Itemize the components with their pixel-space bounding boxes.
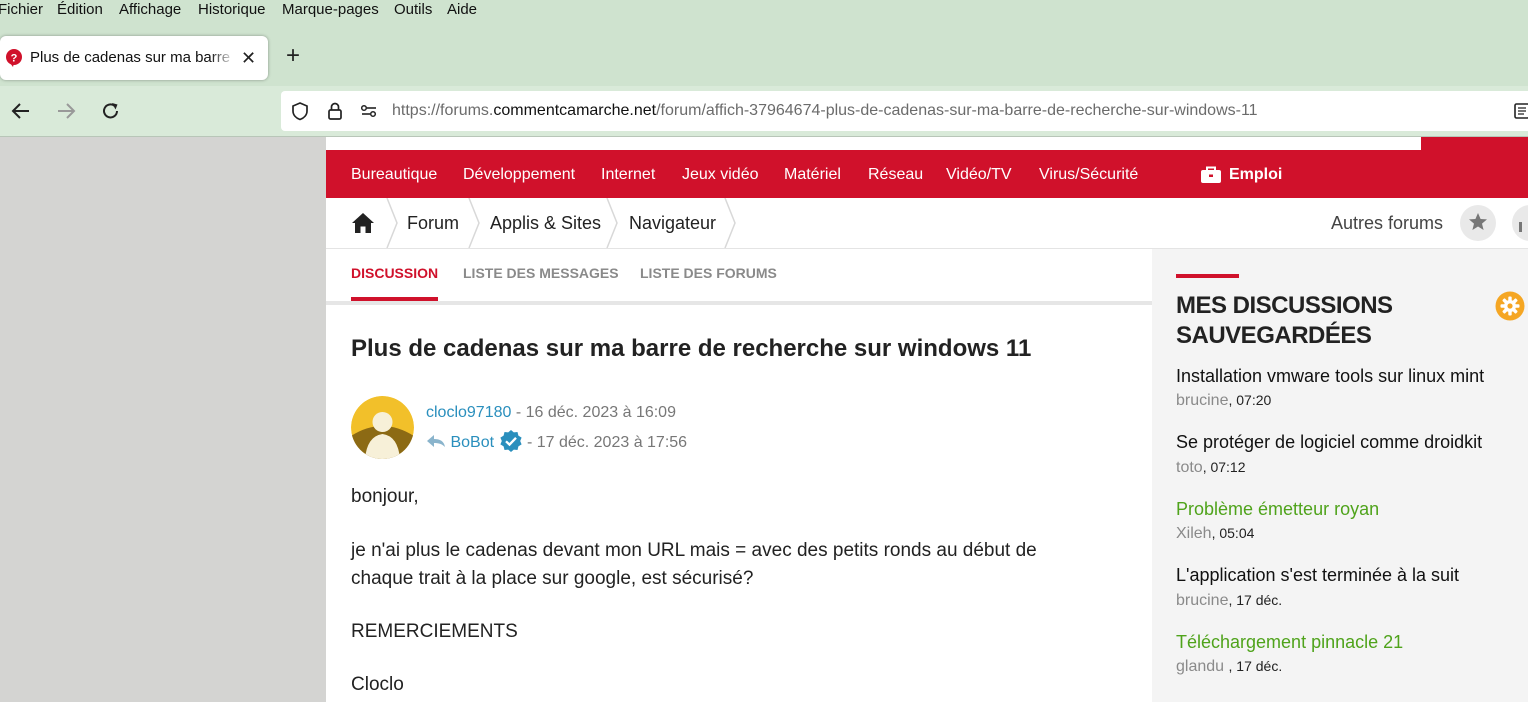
- tab-close-icon[interactable]: ✕: [241, 36, 256, 80]
- reply-date: - 17 déc. 2023 à 17:56: [522, 434, 688, 451]
- post-body-line: je n'ai plus le cadenas devant mon URL m…: [351, 540, 1037, 561]
- menu-fichier[interactable]: Fichier: [0, 0, 43, 19]
- reply-username[interactable]: BoBot: [450, 434, 494, 451]
- menu-affichage[interactable]: Affichage: [119, 0, 181, 19]
- breadcrumb-navigateur[interactable]: Navigateur: [629, 198, 716, 248]
- breadcrumb-forum[interactable]: Forum: [407, 198, 459, 248]
- back-arrow-icon[interactable]: [10, 100, 32, 122]
- menu-bar: Fichier Édition Affichage Historique Mar…: [0, 0, 1528, 22]
- permissions-icon[interactable]: [359, 101, 379, 121]
- category-bureautique[interactable]: Bureautique: [351, 150, 437, 200]
- bar-chart-icon: [1519, 222, 1522, 232]
- page-tabs: DISCUSSION LISTE DES MESSAGES LISTE DES …: [326, 249, 1152, 305]
- post-body-thanks: REMERCIEMENTS: [351, 621, 518, 642]
- tab-title: Plus de cadenas sur ma barre de recherch…: [30, 49, 235, 66]
- svg-text:?: ?: [11, 53, 18, 65]
- favorite-button[interactable]: [1460, 205, 1496, 241]
- emploi-link[interactable]: Emploi: [1229, 150, 1282, 200]
- category-video-tv[interactable]: Vidéo/TV: [946, 150, 1012, 200]
- breadcrumb-applis-sites[interactable]: Applis & Sites: [490, 198, 601, 248]
- breadcrumb-separator: [606, 198, 618, 248]
- post-reply-line: BoBot - 17 déc. 2023 à 17:56: [426, 429, 687, 453]
- header-strip-accent: [1421, 137, 1528, 150]
- author-username[interactable]: cloclo97180: [426, 404, 511, 421]
- reader-view-icon[interactable]: [1513, 102, 1528, 120]
- author-date: - 16 déc. 2023 à 16:09: [511, 404, 676, 421]
- page-viewport: Bureautique Développement Internet Jeux …: [0, 137, 1528, 702]
- home-icon[interactable]: [351, 212, 375, 234]
- category-reseau[interactable]: Réseau: [868, 150, 923, 200]
- discussion-title[interactable]: Problème émetteur royan: [1176, 499, 1379, 520]
- menu-marque-pages[interactable]: Marque-pages: [282, 0, 379, 19]
- shield-icon[interactable]: [290, 101, 310, 121]
- discussion-title[interactable]: L'application s'est terminée à la suit: [1176, 565, 1459, 586]
- category-internet[interactable]: Internet: [601, 150, 655, 200]
- menu-historique[interactable]: Historique: [198, 0, 266, 19]
- post-author-line: cloclo97180 - 16 déc. 2023 à 16:09: [426, 404, 676, 422]
- tab-strip: ? Plus de cadenas sur ma barre de recher…: [0, 22, 1528, 86]
- active-tab-indicator: [351, 297, 438, 301]
- discussion-meta: glandu , 17 déc.: [1176, 658, 1283, 675]
- sidebar-title: MES DISCUSSIONS SAUVEGARDÉES: [1176, 292, 1393, 349]
- breadcrumb-separator: [468, 198, 480, 248]
- site-favicon-icon: ?: [6, 49, 22, 67]
- category-materiel[interactable]: Matériel: [784, 150, 841, 200]
- forward-arrow-icon[interactable]: [55, 100, 77, 122]
- tab-liste-des-messages[interactable]: LISTE DES MESSAGES: [463, 249, 619, 297]
- saved-discussions-sidebar: MES DISCUSSIONS SAUVEGARDÉES Installatio…: [1152, 249, 1528, 702]
- category-bar: Bureautique Développement Internet Jeux …: [326, 150, 1528, 198]
- avatar[interactable]: [351, 396, 414, 459]
- breadcrumb-separator: [724, 198, 736, 248]
- url-text[interactable]: https://forums.commentcamarche.net/forum…: [392, 91, 1258, 131]
- navigation-bar: https://forums.commentcamarche.net/forum…: [0, 86, 1528, 137]
- main-content: DISCUSSION LISTE DES MESSAGES LISTE DES …: [326, 249, 1152, 702]
- verified-badge-icon: [499, 430, 522, 452]
- post-title: Plus de cadenas sur ma barre de recherch…: [351, 335, 1032, 362]
- star-icon: [1469, 213, 1487, 230]
- tab-discussion[interactable]: DISCUSSION: [351, 249, 438, 297]
- url-bar[interactable]: https://forums.commentcamarche.net/forum…: [281, 91, 1528, 131]
- post-body-line: chaque trait à la place sur google, est …: [351, 568, 754, 589]
- briefcase-icon: [1201, 166, 1221, 183]
- discussion-meta: brucine, 17 déc.: [1176, 592, 1283, 609]
- autres-forums-link[interactable]: Autres forums: [1331, 198, 1443, 248]
- post-body-signature: Cloclo: [351, 674, 404, 695]
- reply-arrow-icon: [427, 435, 445, 447]
- gear-icon[interactable]: [1495, 291, 1525, 321]
- discussion-title[interactable]: Installation vmware tools sur linux mint: [1176, 366, 1484, 387]
- menu-edition[interactable]: Édition: [57, 0, 103, 19]
- sidebar-accent: [1176, 274, 1239, 278]
- browser-tab[interactable]: ? Plus de cadenas sur ma barre de recher…: [0, 36, 268, 80]
- category-virus-securite[interactable]: Virus/Sécurité: [1039, 150, 1138, 200]
- header-strip: [326, 137, 1421, 150]
- discussion-title[interactable]: Se protéger de logiciel comme droidkit: [1176, 432, 1482, 453]
- stats-button[interactable]: [1512, 205, 1528, 241]
- breadcrumb-separator: [386, 198, 398, 248]
- category-developpement[interactable]: Développement: [463, 150, 575, 200]
- category-jeux-video[interactable]: Jeux vidéo: [682, 150, 759, 200]
- user-avatar-icon: [351, 396, 414, 459]
- tab-liste-des-forums[interactable]: LISTE DES FORUMS: [640, 249, 777, 297]
- menu-outils[interactable]: Outils: [394, 0, 432, 19]
- new-tab-button[interactable]: +: [286, 44, 300, 68]
- menu-aide[interactable]: Aide: [447, 0, 477, 19]
- reload-icon[interactable]: [100, 100, 122, 122]
- discussion-meta: Xileh, 05:04: [1176, 525, 1255, 542]
- discussion-meta: brucine, 07:20: [1176, 392, 1272, 409]
- breadcrumb: Forum Applis & Sites Navigateur Autres f…: [326, 198, 1528, 249]
- post-body-greeting: bonjour,: [351, 486, 419, 507]
- discussion-title[interactable]: Téléchargement pinnacle 21: [1176, 632, 1403, 653]
- discussion-meta: toto, 07:12: [1176, 459, 1246, 476]
- lock-icon[interactable]: [325, 101, 345, 121]
